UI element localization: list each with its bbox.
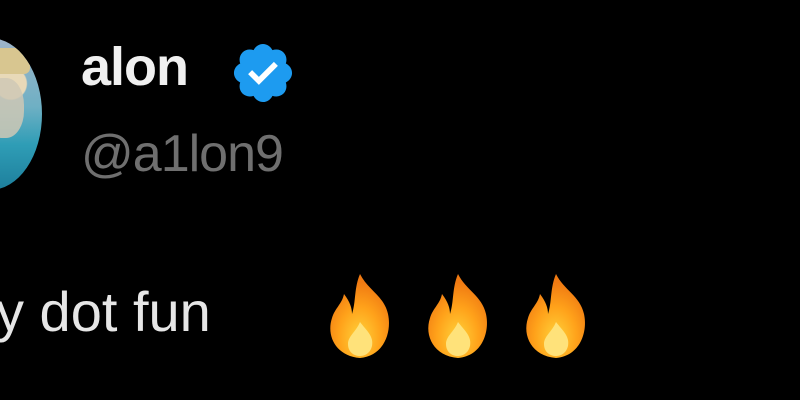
avatar-face <box>0 78 24 138</box>
tweet-card: alon @a1lon9 y dot fun <box>0 0 800 400</box>
fire-icon <box>428 274 487 358</box>
author-handle[interactable]: @a1lon9 <box>81 128 284 180</box>
tweet-body-text: y dot fun <box>0 280 211 343</box>
verified-badge-icon <box>233 43 293 103</box>
avatar-hat <box>0 48 30 74</box>
fire-icon <box>526 274 585 358</box>
fire-icon <box>330 274 389 358</box>
author-display-name[interactable]: alon <box>81 40 189 94</box>
avatar[interactable] <box>0 38 42 190</box>
